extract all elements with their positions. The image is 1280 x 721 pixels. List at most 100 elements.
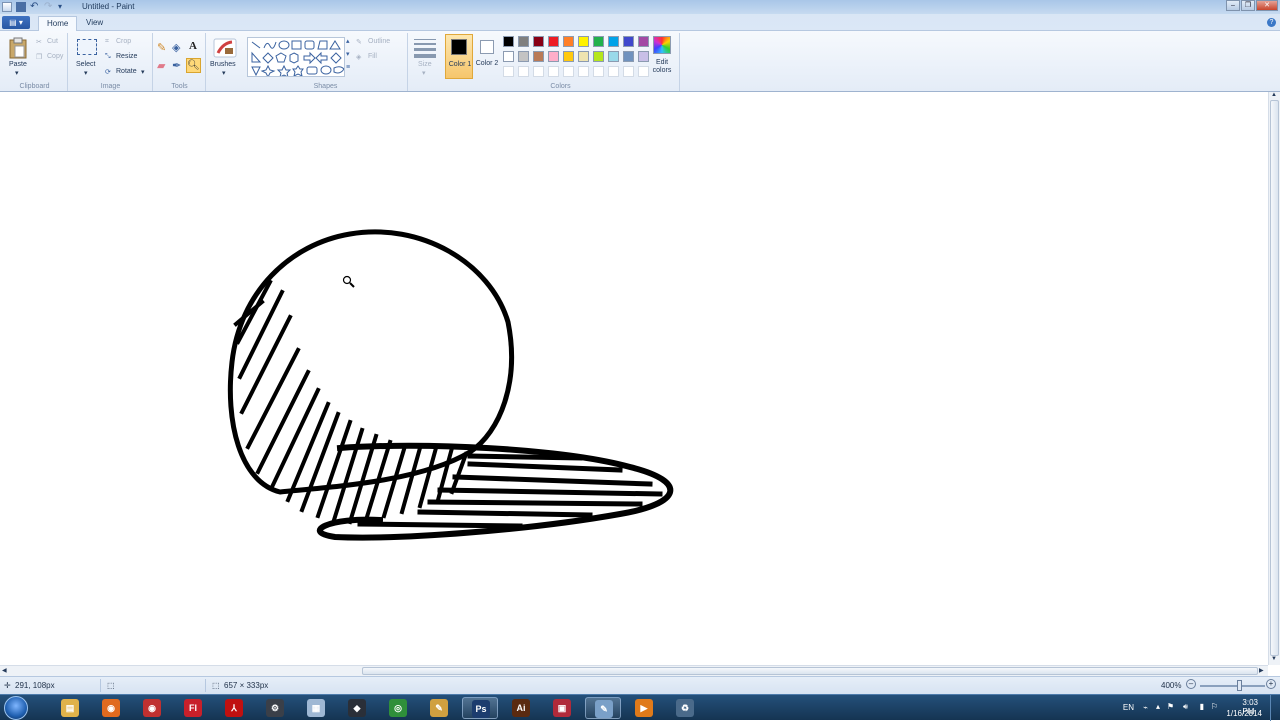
custom-color-slot[interactable]	[563, 66, 574, 77]
scroll-down-icon[interactable]: ▼	[1271, 656, 1277, 662]
taskbar-app-google-chrome-canary[interactable]: ◉	[134, 697, 170, 719]
scroll-up-icon[interactable]: ▲	[1271, 92, 1277, 98]
custom-color-slot[interactable]	[623, 66, 634, 77]
zoom-slider[interactable]	[1200, 685, 1265, 687]
color2-button[interactable]: Color 2	[475, 34, 501, 79]
brushes-button[interactable]: Brushes	[210, 61, 236, 68]
custom-color-slot[interactable]	[518, 66, 529, 77]
scroll-left-icon[interactable]: ◀	[2, 667, 7, 674]
canvas-area[interactable]	[0, 92, 1268, 665]
palette-swatch[interactable]	[563, 36, 574, 47]
palette-swatch[interactable]	[533, 36, 544, 47]
palette-swatch[interactable]	[518, 36, 529, 47]
paste-icon[interactable]	[9, 37, 27, 59]
taskbar-app-manga-studio[interactable]: ✎	[421, 697, 457, 719]
taskbar-app-steam[interactable]: ⚙	[257, 697, 293, 719]
rotate-dropdown-icon[interactable]: ▾	[141, 68, 145, 76]
pencil-icon[interactable]: ✎	[157, 41, 166, 54]
taskbar-app-acrobat[interactable]: ⅄	[216, 697, 252, 719]
redo-icon[interactable]: ↷	[44, 2, 54, 12]
custom-color-slot[interactable]	[593, 66, 604, 77]
close-button[interactable]: ✕	[1256, 0, 1278, 11]
help-icon[interactable]: ?	[1267, 18, 1276, 27]
tab-view[interactable]: View	[78, 16, 111, 31]
shapes-more-icon[interactable]: ≡	[346, 64, 350, 71]
palette-swatch[interactable]	[578, 51, 589, 62]
minimize-button[interactable]: –	[1226, 0, 1240, 11]
restore-button[interactable]: ❐	[1241, 0, 1255, 11]
clock-date[interactable]: 1/16/2014	[1226, 709, 1262, 718]
palette-swatch[interactable]	[548, 36, 559, 47]
paint-menu-button[interactable]: ▤ ▾	[2, 16, 30, 29]
custom-color-slot[interactable]	[578, 66, 589, 77]
select-icon[interactable]	[77, 39, 97, 55]
volume-icon[interactable]: 🔊︎	[1183, 702, 1188, 712]
start-button[interactable]	[4, 696, 28, 720]
zoom-out-button[interactable]: –	[1186, 679, 1196, 689]
paste-dropdown-icon[interactable]: ▾	[15, 69, 19, 77]
vertical-scrollbar[interactable]: ▲ ▼	[1268, 92, 1280, 665]
shapes-scroll-down-icon[interactable]: ▾	[346, 50, 350, 58]
undo-icon[interactable]: ↶	[30, 2, 40, 12]
palette-swatch[interactable]	[608, 36, 619, 47]
zoom-slider-thumb[interactable]	[1237, 680, 1242, 691]
save-icon[interactable]	[16, 2, 26, 12]
taskbar-app-windows-explorer[interactable]: ▤	[52, 697, 88, 719]
palette-swatch[interactable]	[608, 51, 619, 62]
custom-color-slot[interactable]	[608, 66, 619, 77]
color-picker-icon[interactable]: ✒	[172, 59, 181, 72]
drawing-canvas[interactable]	[0, 92, 1268, 665]
show-desktop-button[interactable]	[1270, 695, 1280, 721]
fill-icon[interactable]: ◈	[356, 53, 361, 61]
rotate-button[interactable]: Rotate	[116, 68, 137, 75]
brushes-icon[interactable]	[213, 37, 237, 59]
taskbar-app-photoshop[interactable]: Ps	[462, 697, 498, 719]
custom-color-slot[interactable]	[548, 66, 559, 77]
customize-toolbar-icon[interactable]: ▾	[58, 2, 68, 12]
fill-button[interactable]: Fill	[368, 53, 377, 60]
fill-bucket-icon[interactable]: ◈	[172, 41, 180, 54]
paste-button[interactable]: Paste	[9, 61, 27, 68]
taskbar-app-winrar[interactable]: ▣	[544, 697, 580, 719]
resize-icon[interactable]: ⤡	[105, 53, 111, 61]
battery-icon[interactable]: ▮	[1200, 702, 1204, 711]
palette-swatch[interactable]	[503, 51, 514, 62]
edit-colors-button[interactable]: Edit colors	[646, 59, 678, 75]
brushes-dropdown-icon[interactable]: ▾	[222, 69, 226, 77]
size-button[interactable]: Size	[418, 61, 432, 68]
eraser-icon[interactable]: ▰	[157, 59, 165, 72]
magnifier-icon[interactable]: 🔍︎	[186, 58, 201, 73]
palette-swatch[interactable]	[503, 36, 514, 47]
taskbar-app-chrome[interactable]: ◎	[380, 697, 416, 719]
edit-colors-icon[interactable]	[653, 36, 671, 54]
palette-swatch[interactable]	[593, 51, 604, 62]
size-icon[interactable]	[414, 39, 436, 58]
copy-button[interactable]: Copy	[47, 53, 63, 60]
custom-color-slot[interactable]	[503, 66, 514, 77]
horizontal-scroll-thumb[interactable]	[362, 667, 1258, 675]
palette-swatch[interactable]	[623, 51, 634, 62]
palette-swatch[interactable]	[623, 36, 634, 47]
scroll-right-icon[interactable]: ▶	[1259, 667, 1264, 674]
cut-icon[interactable]: ✂	[36, 38, 42, 46]
network-icon[interactable]: ⌁	[1143, 703, 1148, 712]
taskbar-app-flash[interactable]: Fl	[175, 697, 211, 719]
zoom-in-button[interactable]: +	[1266, 679, 1276, 689]
select-button[interactable]: Select	[76, 61, 95, 68]
palette-swatch[interactable]	[578, 36, 589, 47]
paint-app-icon[interactable]	[2, 2, 12, 12]
action-center-icon[interactable]: ⚑	[1167, 702, 1174, 711]
size-dropdown-icon[interactable]: ▾	[422, 69, 426, 77]
palette-swatch[interactable]	[593, 36, 604, 47]
vertical-scroll-thumb[interactable]	[1270, 100, 1279, 656]
taskbar-app-unity[interactable]: ◆	[339, 697, 375, 719]
outline-button[interactable]: Outline	[368, 38, 390, 45]
taskbar-app-notepad[interactable]: ▦	[298, 697, 334, 719]
copy-icon[interactable]: ❐	[36, 53, 42, 61]
rotate-icon[interactable]: ⟳	[105, 68, 111, 76]
cut-button[interactable]: Cut	[47, 38, 58, 45]
outline-icon[interactable]: ✎	[356, 38, 362, 46]
color1-button[interactable]: Color 1	[445, 34, 473, 79]
taskbar-app-media-player[interactable]: ▶	[626, 697, 662, 719]
horizontal-scrollbar[interactable]: ◀ ▶	[0, 665, 1268, 676]
